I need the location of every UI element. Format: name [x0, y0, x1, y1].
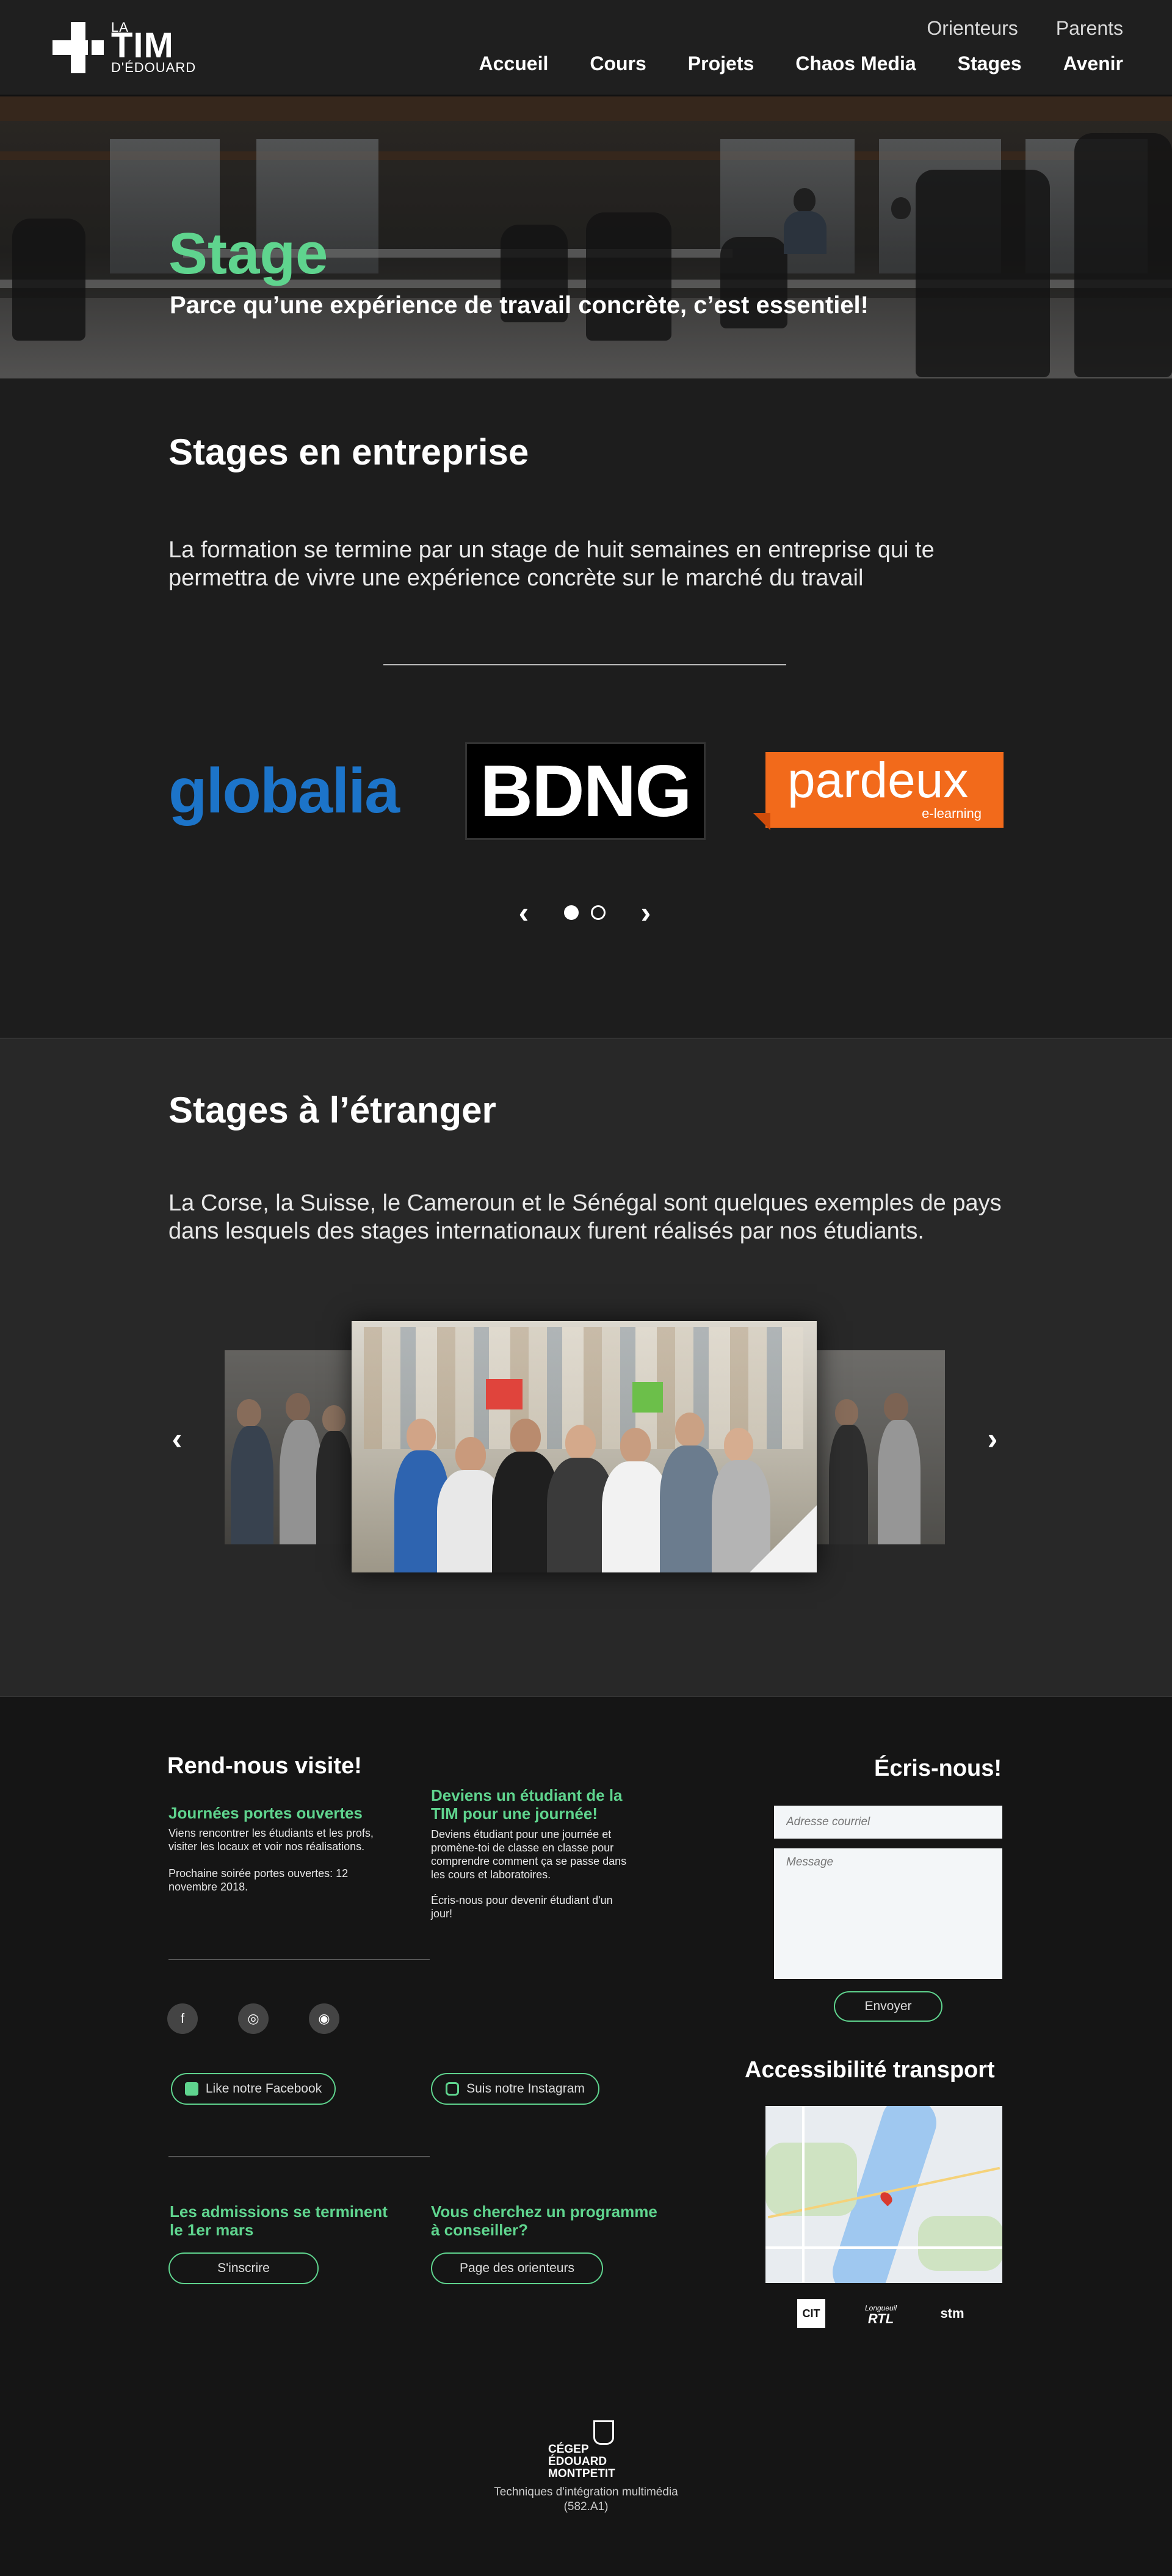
open-house-title: Journées portes ouvertes — [168, 1804, 363, 1822]
carousel-dot-1[interactable] — [564, 905, 579, 920]
tim-logo[interactable]: LA TIM D'ÉDOUARD — [52, 20, 199, 75]
nav-orienteurs[interactable]: Orienteurs — [927, 17, 1018, 40]
carousel-dot-2[interactable] — [591, 905, 606, 920]
message-textarea[interactable] — [774, 1848, 1002, 1979]
gallery-photo-left[interactable] — [225, 1350, 353, 1544]
cit-logo: CIT — [797, 2299, 825, 2328]
like-facebook-label: Like notre Facebook — [205, 2082, 322, 2096]
nav-projets[interactable]: Projets — [688, 52, 754, 75]
follow-instagram-button[interactable]: Suis notre Instagram — [431, 2073, 599, 2105]
cegep-logo[interactable]: CÉGEP ÉDOUARD MONTPETIT — [548, 2420, 624, 2480]
shield-icon — [593, 2420, 614, 2445]
abroad-heading: Stages à l’étranger — [168, 1090, 496, 1131]
counselors-page-button[interactable]: Page des orienteurs — [431, 2252, 603, 2284]
partner-logo-globalia[interactable]: globalia — [168, 742, 419, 840]
carousel-prev-button[interactable]: ‹ — [512, 897, 536, 928]
location-map[interactable] — [765, 2106, 1002, 2283]
cegep-name: CÉGEP ÉDOUARD MONTPETIT — [548, 2444, 615, 2480]
logo-tim: TIM — [111, 26, 174, 65]
site-header: LA TIM D'ÉDOUARD Orienteurs Parents Accu… — [0, 0, 1172, 96]
send-button[interactable]: Envoyer — [834, 1991, 942, 2022]
gallery-prev-button[interactable]: ‹ — [165, 1424, 189, 1454]
open-house-text: Viens rencontrer les étudiants et les pr… — [168, 1827, 374, 1853]
facebook-square-icon — [184, 2082, 198, 2096]
nav-avenir[interactable]: Avenir — [1063, 52, 1123, 75]
visit-heading: Rend-nous visite! — [167, 1753, 362, 1779]
hero-subtitle: Parce qu’une expérience de travail concr… — [170, 292, 869, 319]
gallery-next-button[interactable]: › — [980, 1424, 1005, 1454]
secondary-nav: Orienteurs Parents — [927, 17, 1123, 40]
program-name: Techniques d'intégration multimédia — [494, 2486, 678, 2498]
pardeux-name: pardeux — [787, 753, 969, 808]
cegep-line-2: ÉDOUARD — [548, 2455, 607, 2468]
hero-banner: Stage Parce qu’une expérience de travail… — [0, 96, 1172, 378]
student-day-text: Deviens étudiant pour une journée et pro… — [431, 1828, 627, 1881]
abroad-section: Stages à l’étranger La Corse, la Suisse,… — [0, 1038, 1172, 1697]
gallery-photo-main[interactable] — [352, 1321, 817, 1572]
divider — [383, 664, 786, 665]
student-day-title: Deviens un étudiant de la TIM pour une j… — [431, 1786, 623, 1823]
cegep-line-1: CÉGEP — [548, 2443, 589, 2456]
stm-logo: stm — [940, 2306, 964, 2321]
discord-icon[interactable]: ◉ — [309, 2003, 339, 2034]
open-house-date: Prochaine soirée portes ouvertes: 12 nov… — [168, 1867, 349, 1893]
abroad-lead: La Corse, la Suisse, le Cameroun et le S… — [168, 1190, 1002, 1244]
footer-divider-1 — [168, 1959, 430, 1960]
rtl-logo: Longueuil RTL — [853, 2299, 908, 2328]
facebook-icon[interactable]: f — [167, 2003, 198, 2034]
nav-accueil[interactable]: Accueil — [479, 52, 549, 75]
register-button[interactable]: S'inscrire — [168, 2252, 319, 2284]
instagram-icon[interactable]: ◎ — [238, 2003, 269, 2034]
footer-divider-2 — [168, 2156, 430, 2157]
logo-edouard: D'ÉDOUARD — [111, 60, 197, 75]
instagram-outline-icon — [446, 2082, 460, 2096]
rtl-label: RTL — [867, 2311, 894, 2326]
nav-parents[interactable]: Parents — [1056, 17, 1123, 40]
partner-logo-bdng[interactable]: BDNG — [465, 742, 706, 840]
pardeux-tag: e-learning — [922, 806, 982, 821]
contact-heading: Écris-nous! — [874, 1756, 1002, 1781]
email-input[interactable] — [774, 1806, 1002, 1839]
transport-heading: Accessibilité transport — [745, 2057, 995, 2083]
nav-chaos-media[interactable]: Chaos Media — [795, 52, 916, 75]
hero-title: Stage — [168, 221, 328, 286]
enterprise-section: Stages en entreprise La formation se ter… — [0, 378, 1172, 1038]
enterprise-heading: Stages en entreprise — [168, 432, 529, 472]
counselor-title: Vous cherchez un programme à conseiller? — [431, 2202, 657, 2239]
partner-logo-pardeux[interactable]: pardeux e-learning — [753, 752, 1004, 830]
student-day-cta: Écris-nous pour devenir étudiant d'un jo… — [431, 1894, 613, 1920]
nav-stages[interactable]: Stages — [958, 52, 1022, 75]
enterprise-lead: La formation se termine par un stage de … — [168, 537, 935, 591]
like-facebook-button[interactable]: Like notre Facebook — [171, 2073, 336, 2105]
cross-logo-icon — [52, 22, 104, 73]
cegep-line-3: MONTPETIT — [548, 2467, 615, 2480]
nav-cours[interactable]: Cours — [590, 52, 646, 75]
admissions-title: Les admissions se terminent le 1er mars — [170, 2202, 388, 2239]
main-nav: Accueil Cours Projets Chaos Media Stages… — [479, 52, 1123, 75]
gallery-photo-right[interactable] — [817, 1350, 945, 1544]
follow-instagram-label: Suis notre Instagram — [466, 2082, 585, 2096]
program-code: (582.A1) — [563, 2500, 609, 2513]
carousel-next-button[interactable]: › — [634, 897, 658, 928]
